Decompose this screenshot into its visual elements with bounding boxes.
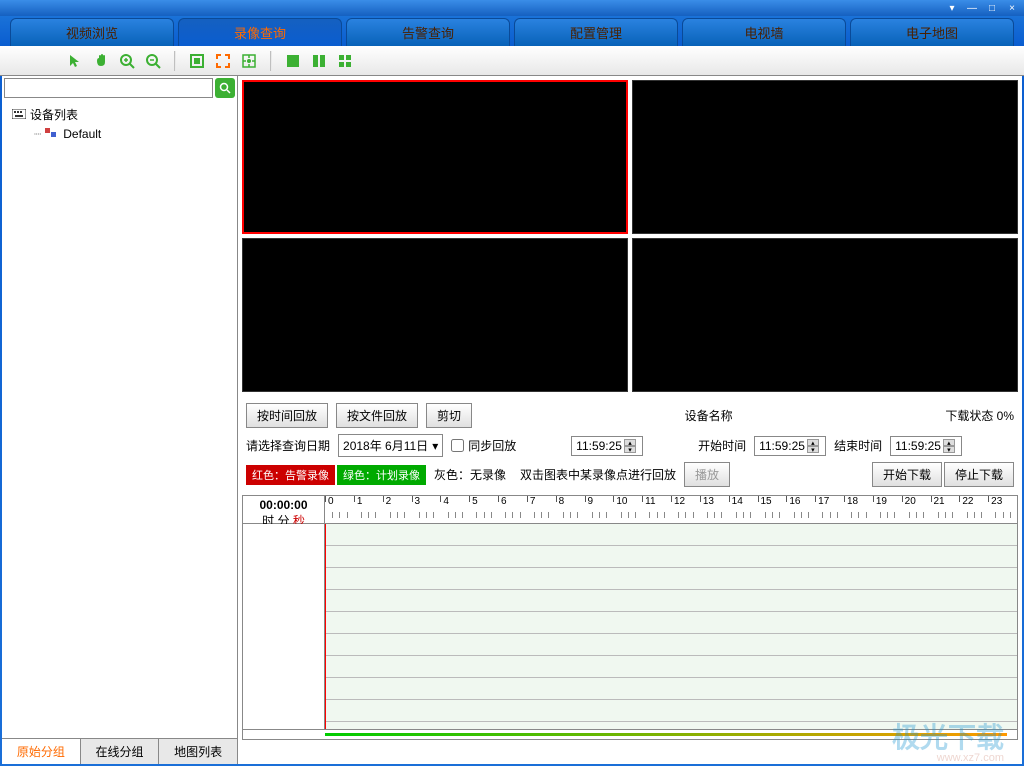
layout-2-icon[interactable] xyxy=(308,50,330,72)
tab-video-browse[interactable]: 视频浏览 xyxy=(10,18,174,46)
timeline-clock: 00:00:00 时 分 秒 xyxy=(243,496,325,523)
tab-alarm-query[interactable]: 告警查询 xyxy=(346,18,510,46)
main-area: 设备列表 ┈ Default 原始分组 在线分组 地图列表 按时间回放 按文件回… xyxy=(2,76,1022,764)
titlebar: ▾ — □ × xyxy=(0,0,1024,16)
start-time-input[interactable]: 11:59:25 ▴▾ xyxy=(754,436,826,456)
date-picker[interactable]: 2018年 6月11日 ▾ xyxy=(338,434,443,457)
zoom-out-icon[interactable] xyxy=(142,50,164,72)
playback-by-file-button[interactable]: 按文件回放 xyxy=(336,403,418,428)
video-grid xyxy=(238,76,1022,396)
layout-1-icon[interactable] xyxy=(282,50,304,72)
window-minimize-button[interactable]: — xyxy=(964,2,980,14)
timeline: 00:00:00 时 分 秒 0123456789101112131415161… xyxy=(242,495,1018,740)
legend-alarm: 红色：告警录像 xyxy=(246,465,335,485)
play-button[interactable]: 播放 xyxy=(684,462,730,487)
tab-config-mgmt[interactable]: 配置管理 xyxy=(514,18,678,46)
track-row xyxy=(325,524,1017,546)
search-button[interactable] xyxy=(215,78,235,98)
zoom-in-icon[interactable] xyxy=(116,50,138,72)
tree-connector: ┈ xyxy=(34,127,41,141)
timeline-tracks[interactable] xyxy=(325,524,1017,729)
device-tree: 设备列表 ┈ Default xyxy=(2,100,237,738)
spinner-up[interactable]: ▴ xyxy=(624,439,636,446)
window-maximize-button[interactable]: □ xyxy=(984,2,1000,14)
hand-icon[interactable] xyxy=(90,50,112,72)
select-date-label: 请选择查询日期 xyxy=(246,437,330,454)
layout-4-icon[interactable] xyxy=(334,50,356,72)
fit-icon[interactable] xyxy=(212,50,234,72)
search-icon xyxy=(219,82,231,94)
tree-node-label: Default xyxy=(63,127,101,141)
legend-none: 灰色：无录像 xyxy=(428,464,512,485)
pointer-icon[interactable] xyxy=(64,50,86,72)
window-dropdown-button[interactable]: ▾ xyxy=(944,2,960,14)
track-row xyxy=(325,656,1017,678)
sidebar-tab-original-group[interactable]: 原始分组 xyxy=(2,739,81,764)
fullscreen-icon[interactable] xyxy=(186,50,208,72)
track-row xyxy=(325,678,1017,700)
track-row xyxy=(325,590,1017,612)
window-close-button[interactable]: × xyxy=(1004,2,1020,14)
timeline-left-gutter xyxy=(243,524,325,729)
timeline-scrollbar[interactable] xyxy=(243,729,1017,739)
timeline-playhead[interactable] xyxy=(325,524,326,729)
track-row xyxy=(325,634,1017,656)
end-time-input[interactable]: 11:59:25 ▴▾ xyxy=(890,436,962,456)
legend-plan: 绿色：计划录像 xyxy=(337,465,426,485)
spinner-up[interactable]: ▴ xyxy=(807,439,819,446)
toolbar xyxy=(0,46,1024,76)
dropdown-icon: ▾ xyxy=(432,439,438,453)
device-icon xyxy=(45,128,59,140)
start-time-label: 开始时间 xyxy=(698,437,746,454)
sidebar: 设备列表 ┈ Default 原始分组 在线分组 地图列表 xyxy=(2,76,238,764)
main-tabs: 视频浏览 录像查询 告警查询 配置管理 电视墙 电子地图 xyxy=(0,16,1024,46)
spinner-up[interactable]: ▴ xyxy=(943,439,955,446)
tab-tv-wall[interactable]: 电视墙 xyxy=(682,18,846,46)
time-display[interactable]: 11:59:25 ▴▾ xyxy=(571,436,643,456)
sidebar-tab-online-group[interactable]: 在线分组 xyxy=(81,739,160,764)
date-value: 2018年 6月11日 xyxy=(343,437,428,454)
start-download-button[interactable]: 开始下载 xyxy=(872,462,942,487)
toolbar-separator xyxy=(174,51,176,71)
tree-node-default[interactable]: ┈ Default xyxy=(10,125,229,143)
search-input[interactable] xyxy=(4,78,213,98)
playback-by-time-button[interactable]: 按时间回放 xyxy=(246,403,328,428)
video-pane-2[interactable] xyxy=(632,80,1018,234)
video-pane-4[interactable] xyxy=(632,238,1018,392)
sidebar-tabs: 原始分组 在线分组 地图列表 xyxy=(2,738,237,764)
video-pane-3[interactable] xyxy=(242,238,628,392)
keyboard-icon xyxy=(12,109,26,121)
download-status-label: 下载状态 0% xyxy=(945,407,1014,424)
toolbar-separator xyxy=(270,51,272,71)
tree-root-device-list[interactable]: 设备列表 xyxy=(10,104,229,125)
track-row xyxy=(325,568,1017,590)
tab-emap[interactable]: 电子地图 xyxy=(850,18,1014,46)
track-row xyxy=(325,612,1017,634)
timeline-ruler[interactable]: 01234567891011121314151617181920212223 xyxy=(325,496,1017,523)
sidebar-tab-map-list[interactable]: 地图列表 xyxy=(159,739,237,764)
tab-record-query[interactable]: 录像查询 xyxy=(178,18,342,46)
spinner-down[interactable]: ▾ xyxy=(807,446,819,453)
end-time-label: 结束时间 xyxy=(834,437,882,454)
playback-controls: 按时间回放 按文件回放 剪切 设备名称 下载状态 0% 请选择查询日期 2018… xyxy=(238,396,1022,493)
stop-download-button[interactable]: 停止下载 xyxy=(944,462,1014,487)
tree-root-label: 设备列表 xyxy=(30,106,78,123)
track-row xyxy=(325,546,1017,568)
sync-playback-checkbox[interactable] xyxy=(451,439,464,452)
spinner-down[interactable]: ▾ xyxy=(624,446,636,453)
sync-playback-label: 同步回放 xyxy=(468,437,516,454)
center-icon[interactable] xyxy=(238,50,260,72)
content-area: 按时间回放 按文件回放 剪切 设备名称 下载状态 0% 请选择查询日期 2018… xyxy=(238,76,1022,764)
clock-time: 00:00:00 xyxy=(247,498,320,512)
legend-hint: 双击图表中某录像点进行回放 xyxy=(514,464,682,485)
track-row xyxy=(325,700,1017,722)
cut-button[interactable]: 剪切 xyxy=(426,403,472,428)
device-name-label: 设备名称 xyxy=(685,407,733,424)
video-pane-1[interactable] xyxy=(242,80,628,234)
spinner-down[interactable]: ▾ xyxy=(943,446,955,453)
